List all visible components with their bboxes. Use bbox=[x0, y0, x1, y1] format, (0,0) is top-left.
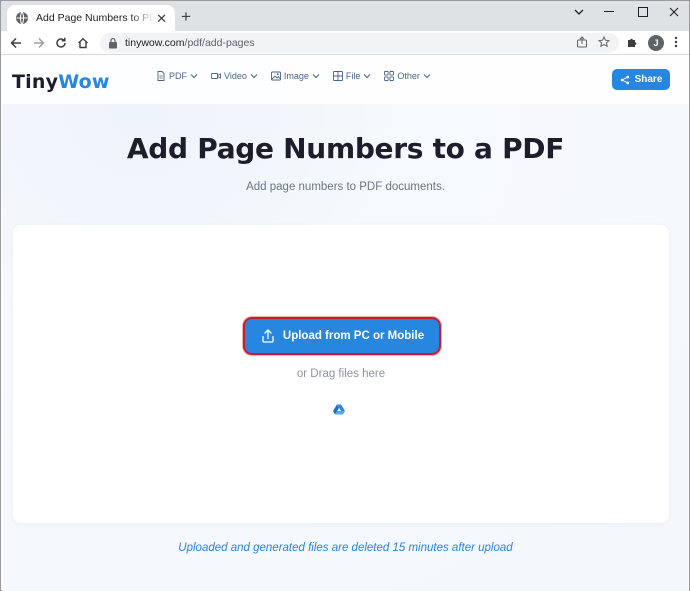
upload-icon bbox=[262, 329, 274, 343]
tab-strip: Add Page Numbers to PDF Free ✕ + bbox=[1, 1, 689, 31]
address-bar[interactable]: tinywow.com/pdf/add-pages bbox=[100, 33, 619, 53]
browser-tab-active[interactable]: Add Page Numbers to PDF Free ✕ bbox=[7, 5, 175, 31]
google-drive-icon[interactable] bbox=[333, 404, 345, 415]
maximize-icon[interactable] bbox=[626, 1, 660, 23]
address-url: tinywow.com/pdf/add-pages bbox=[125, 37, 255, 49]
close-tab-icon[interactable]: ✕ bbox=[156, 12, 167, 25]
page-subtitle: Add page numbers to PDF documents. bbox=[246, 181, 445, 193]
chevron-down-icon bbox=[190, 74, 198, 79]
chevron-down-icon bbox=[250, 74, 258, 79]
tab-search-chevron-icon[interactable] bbox=[562, 1, 596, 23]
reload-icon[interactable] bbox=[52, 34, 70, 52]
video-icon bbox=[211, 73, 221, 79]
bookmark-star-icon[interactable] bbox=[597, 35, 611, 49]
extensions-puzzle-icon[interactable] bbox=[625, 35, 639, 49]
page-title: Add Page Numbers to a PDF bbox=[126, 132, 565, 165]
minimize-icon[interactable] bbox=[592, 1, 626, 23]
home-icon[interactable] bbox=[74, 34, 92, 52]
menu-image[interactable]: Image bbox=[270, 71, 320, 81]
back-arrow-icon[interactable] bbox=[7, 34, 25, 52]
web-page: TinyWow PDF Video Image File Other Share… bbox=[2, 56, 689, 591]
chevron-down-icon bbox=[423, 74, 431, 79]
site-menu: PDF Video Image File Other bbox=[156, 71, 431, 81]
browser-menu-icon[interactable] bbox=[669, 35, 683, 49]
upload-button[interactable]: Upload from PC or Mobile bbox=[243, 317, 441, 355]
site-logo[interactable]: TinyWow bbox=[12, 71, 110, 93]
share-button[interactable]: Share bbox=[612, 69, 670, 90]
upload-dropzone[interactable]: Upload from PC or Mobile or Drag files h… bbox=[13, 225, 669, 523]
new-tab-button[interactable]: + bbox=[181, 8, 191, 25]
browser-toolbar: tinywow.com/pdf/add-pages bbox=[1, 31, 689, 55]
chevron-down-icon bbox=[364, 74, 371, 79]
upload-button-label: Upload from PC or Mobile bbox=[282, 330, 425, 342]
lock-icon[interactable] bbox=[108, 37, 118, 49]
image-icon bbox=[270, 71, 281, 81]
menu-video[interactable]: Video bbox=[211, 71, 258, 81]
document-icon bbox=[157, 71, 165, 81]
share-icon bbox=[620, 75, 629, 84]
close-window-icon[interactable] bbox=[657, 1, 690, 23]
forward-arrow-icon[interactable] bbox=[30, 34, 48, 52]
site-navbar: TinyWow PDF Video Image File Other Share bbox=[2, 56, 689, 104]
profile-avatar[interactable]: J bbox=[648, 35, 664, 51]
menu-file[interactable]: File bbox=[332, 71, 372, 81]
retention-note: Uploaded and generated files are deleted… bbox=[178, 542, 513, 554]
menu-other[interactable]: Other bbox=[384, 71, 431, 81]
drag-hint: or Drag files here bbox=[296, 368, 386, 380]
browser-window: Add Page Numbers to PDF Free ✕ + bbox=[0, 0, 690, 591]
apps-icon bbox=[384, 71, 395, 81]
menu-pdf[interactable]: PDF bbox=[156, 71, 198, 81]
file-grid-icon bbox=[332, 71, 343, 81]
globe-icon bbox=[16, 11, 28, 25]
tab-title: Add Page Numbers to PDF Free bbox=[36, 12, 154, 24]
share-page-icon[interactable] bbox=[575, 35, 589, 49]
chevron-down-icon bbox=[312, 74, 320, 79]
